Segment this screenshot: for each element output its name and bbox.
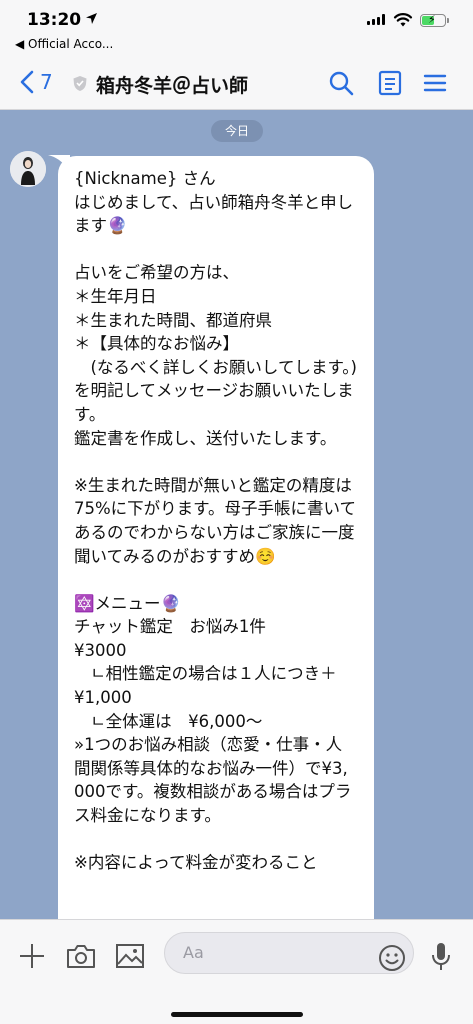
- avatar[interactable]: [10, 151, 46, 187]
- camera-icon[interactable]: [65, 942, 97, 970]
- status-time: 13:20: [27, 10, 82, 30]
- cellular-signal-icon: [367, 14, 385, 25]
- notes-icon[interactable]: [376, 69, 404, 97]
- message-text: {Nickname} さん はじめまして、占い師箱舟冬羊と申します🔮 占いをご希…: [74, 169, 357, 873]
- chat-area[interactable]: 今日 {Nickname} さん はじめまして、占い師箱舟冬羊と申します🔮 占い…: [0, 111, 473, 919]
- date-separator: 今日: [211, 120, 263, 142]
- message-input-placeholder: Aa: [183, 943, 204, 962]
- unread-count: 7: [40, 70, 53, 94]
- chevron-left-icon: [20, 70, 34, 94]
- image-icon[interactable]: [115, 942, 145, 970]
- battery-cap: [447, 18, 449, 23]
- plus-icon[interactable]: [18, 942, 46, 970]
- shield-icon: [73, 76, 87, 91]
- screen: 13:20 ◀ Official Acco... ⚡ 7 箱舟冬羊＠占い師 今日…: [0, 0, 473, 1024]
- input-bar: Aa: [0, 919, 473, 1024]
- wifi-icon: [393, 13, 413, 27]
- chat-title: 箱舟冬羊＠占い師: [96, 75, 249, 97]
- avatar-image: [10, 151, 46, 187]
- home-indicator: [171, 1012, 303, 1017]
- back-button[interactable]: 7: [20, 70, 53, 94]
- menu-icon[interactable]: [421, 69, 449, 97]
- status-bar: 13:20 ◀ Official Acco... ⚡: [0, 0, 473, 56]
- charging-bolt-icon: ⚡: [428, 13, 436, 26]
- emoji-icon[interactable]: [378, 944, 406, 972]
- message-bubble[interactable]: {Nickname} さん はじめまして、占い師箱舟冬羊と申します🔮 占いをご希…: [58, 156, 374, 919]
- chat-header: 7 箱舟冬羊＠占い師: [0, 56, 473, 110]
- message-input[interactable]: Aa: [164, 932, 414, 974]
- location-arrow-icon: [86, 13, 97, 24]
- back-to-app-link[interactable]: ◀ Official Acco...: [15, 37, 113, 51]
- microphone-icon[interactable]: [430, 941, 452, 973]
- search-icon[interactable]: [327, 69, 355, 97]
